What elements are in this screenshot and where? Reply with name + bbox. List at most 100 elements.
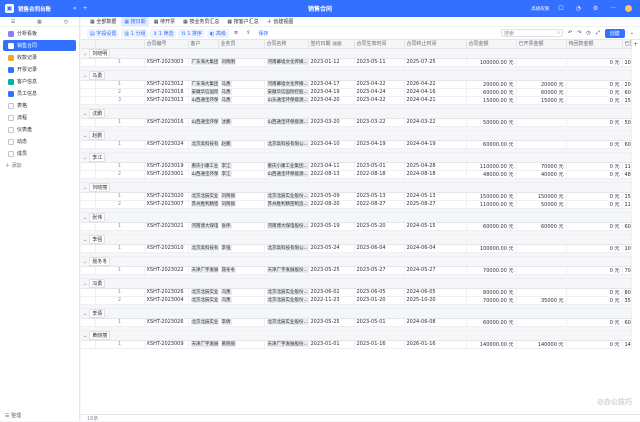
- cell-pending[interactable]: 0 元: [566, 88, 623, 97]
- notification-icon[interactable]: ◔: [576, 5, 581, 12]
- cell-start[interactable]: 2023-04-22: [354, 96, 405, 105]
- cell-sign[interactable]: 2023-05-25: [308, 266, 355, 275]
- cell-client[interactable]: 北京北辰实业集...: [188, 192, 219, 201]
- organize-button[interactable]: ☰ 整理: [5, 412, 21, 419]
- row-checkbox[interactable]: [81, 80, 96, 89]
- cell-amount[interactable]: 60000.00 元: [466, 318, 517, 327]
- comment-icon[interactable]: ☐: [558, 5, 563, 12]
- cell-id[interactable]: XSHT-2023001: [144, 170, 189, 179]
- cell-received[interactable]: 150000 元: [622, 192, 632, 201]
- cell-amount[interactable]: 80000.00 元: [466, 288, 517, 297]
- sidebar-tab-1[interactable]: ▦: [37, 19, 42, 25]
- cell-amount[interactable]: 100000.00 元: [466, 244, 517, 253]
- cell-sign[interactable]: 2023-05-25: [308, 318, 355, 327]
- cell-pending[interactable]: 0 元: [566, 200, 623, 209]
- cell-received[interactable]: 110000 元: [622, 200, 632, 209]
- sidebar-item-10[interactable]: 成员: [3, 148, 76, 159]
- cell-id[interactable]: XSHT-2023019: [144, 162, 189, 171]
- cell-sign[interactable]: 2023-04-20: [308, 96, 355, 105]
- table-row[interactable]: 1XSHT-2023010北京高科技有限...李强北京高科技有限公...2023…: [81, 244, 632, 253]
- table-row[interactable]: 1XSHT-2023009天津广宇发展股...黄晓丽天津广宇发展股份...202…: [81, 340, 632, 349]
- cell-invoiced[interactable]: [516, 318, 567, 327]
- column-header-8[interactable]: 已开票金额: [516, 40, 567, 49]
- cell-received[interactable]: 60000 元: [622, 88, 632, 97]
- cell-client[interactable]: 安徽华信国际控股...: [188, 88, 219, 97]
- cell-client[interactable]: 北京北辰实业集...: [188, 296, 219, 305]
- cell-rep[interactable]: 冯勇: [218, 288, 265, 297]
- chevron-down-icon[interactable]: ⌄: [83, 51, 87, 57]
- cell-pending[interactable]: 0 元: [566, 140, 623, 149]
- cell-received[interactable]: 100000 元: [622, 244, 632, 253]
- undo-icon[interactable]: ↶: [568, 30, 572, 36]
- table-row[interactable]: 1XSHT-2023020北京北辰实业集...刘晓丽北京北辰实业股份...202…: [81, 192, 632, 201]
- cell-received[interactable]: 60000 元: [622, 140, 632, 149]
- cell-start[interactable]: 2023-05-13: [354, 192, 405, 201]
- cell-name[interactable]: 北京高科技有限公...: [264, 244, 309, 253]
- highlight-button[interactable]: ◐ 高级: [207, 28, 230, 38]
- cell-pending[interactable]: 0 元: [566, 96, 623, 105]
- cell-pending[interactable]: 0 元: [566, 266, 623, 275]
- row-checkbox[interactable]: [81, 318, 96, 327]
- cell-amount[interactable]: 60000.00 元: [466, 222, 517, 231]
- group-button[interactable]: ▥ 1 分组: [121, 28, 149, 38]
- cell-rep[interactable]: 黄晓丽: [218, 340, 265, 349]
- cell-invoiced[interactable]: 40000 元: [516, 170, 567, 179]
- sidebar-item-2[interactable]: 收款记录: [3, 52, 76, 63]
- cell-id[interactable]: XSHT-2023010: [144, 244, 189, 253]
- cell-amount[interactable]: 60000.00 元: [466, 88, 517, 97]
- cell-id[interactable]: XSHT-2023021: [144, 222, 189, 231]
- history-icon[interactable]: ◷: [586, 30, 590, 36]
- cell-end[interactable]: 2025-10-20: [404, 296, 467, 305]
- column-header-3[interactable]: 合同名称: [264, 40, 309, 49]
- cell-client[interactable]: 山西通宝环保能...: [188, 170, 219, 179]
- sidebar-item-5[interactable]: 员工信息: [3, 88, 76, 99]
- cell-name[interactable]: 北京北辰实业股份...: [264, 296, 309, 305]
- cell-start[interactable]: 2023-01-20: [354, 296, 405, 305]
- cell-end[interactable]: 2024-06-08: [404, 318, 467, 327]
- group-header[interactable]: ⌄ 聂冬冬: [81, 256, 632, 267]
- header-cell-checkbox[interactable]: [81, 40, 96, 49]
- group-header[interactable]: ⌄ 马勇: [81, 70, 632, 81]
- cell-name[interactable]: 北京北辰实业股份...: [264, 288, 309, 297]
- cell-rep[interactable]: 李江: [218, 162, 265, 171]
- expand-icon[interactable]: ⤢: [596, 30, 600, 36]
- cell-rep[interactable]: 刘晓丽: [218, 192, 265, 201]
- cell-pending[interactable]: 0 元: [566, 244, 623, 253]
- cell-amount[interactable]: 110000.00 元: [466, 200, 517, 209]
- chevron-down-icon[interactable]: ⌄: [83, 133, 87, 139]
- cell-pending[interactable]: 0 元: [566, 80, 623, 89]
- cell-client[interactable]: 天津广宇发展股...: [188, 340, 219, 349]
- group-header[interactable]: ⌄ 李强: [81, 234, 632, 245]
- cell-id[interactable]: XSHT-2023004: [144, 296, 189, 305]
- group-header[interactable]: ⌄ 李江: [81, 152, 632, 163]
- cell-amount[interactable]: 60000.00 元: [466, 140, 517, 149]
- cell-client[interactable]: 苏州胜利精密制...: [188, 200, 219, 209]
- cell-client[interactable]: 山西通宝环保能...: [188, 96, 219, 105]
- sort-button[interactable]: ⇅ 1 排序: [178, 28, 206, 38]
- cell-name[interactable]: 苏州胜利精密制造...: [264, 200, 309, 209]
- cell-pending[interactable]: 0 元: [566, 340, 623, 349]
- cell-pending[interactable]: 0 元: [566, 296, 623, 305]
- cell-received[interactable]: 15000 元: [622, 96, 632, 105]
- cell-end[interactable]: 2025-04-28: [404, 162, 467, 171]
- cell-pending[interactable]: 0 元: [566, 58, 623, 67]
- row-checkbox[interactable]: [81, 58, 96, 67]
- sidebar-item-7[interactable]: 流程: [3, 112, 76, 123]
- cell-name[interactable]: 河南幕墙文化传媒...: [264, 80, 309, 89]
- avatar[interactable]: [625, 5, 632, 12]
- cell-rep[interactable]: 沈鹏: [218, 118, 265, 127]
- search-input[interactable]: 搜索 ⌕: [500, 29, 563, 37]
- table-row[interactable]: 2XSHT-2023001山西通宝环保能...李江山西通宝环保能源...2022…: [81, 170, 632, 179]
- chevron-down-icon[interactable]: ⌄: [83, 237, 87, 243]
- cell-sign[interactable]: 2023-04-17: [308, 80, 355, 89]
- cell-name[interactable]: 山东通宝环保能源...: [264, 96, 309, 105]
- cell-rep[interactable]: 李倩: [218, 318, 265, 327]
- filter-button[interactable]: ⊻ 1 筛选: [150, 28, 177, 38]
- group-header[interactable]: ⌄ 冯勇: [81, 278, 632, 289]
- cell-end[interactable]: 2024-08-18: [404, 170, 467, 179]
- cell-invoiced[interactable]: 15000 元: [516, 96, 567, 105]
- column-header-0[interactable]: 合同编号: [144, 40, 189, 49]
- column-header-10[interactable]: 已回款金额: [622, 40, 632, 49]
- table-row[interactable]: 1XSHT-2023026北京北辰实业集...冯勇北京北辰实业股份...2023…: [81, 288, 632, 297]
- row-checkbox[interactable]: [81, 88, 96, 97]
